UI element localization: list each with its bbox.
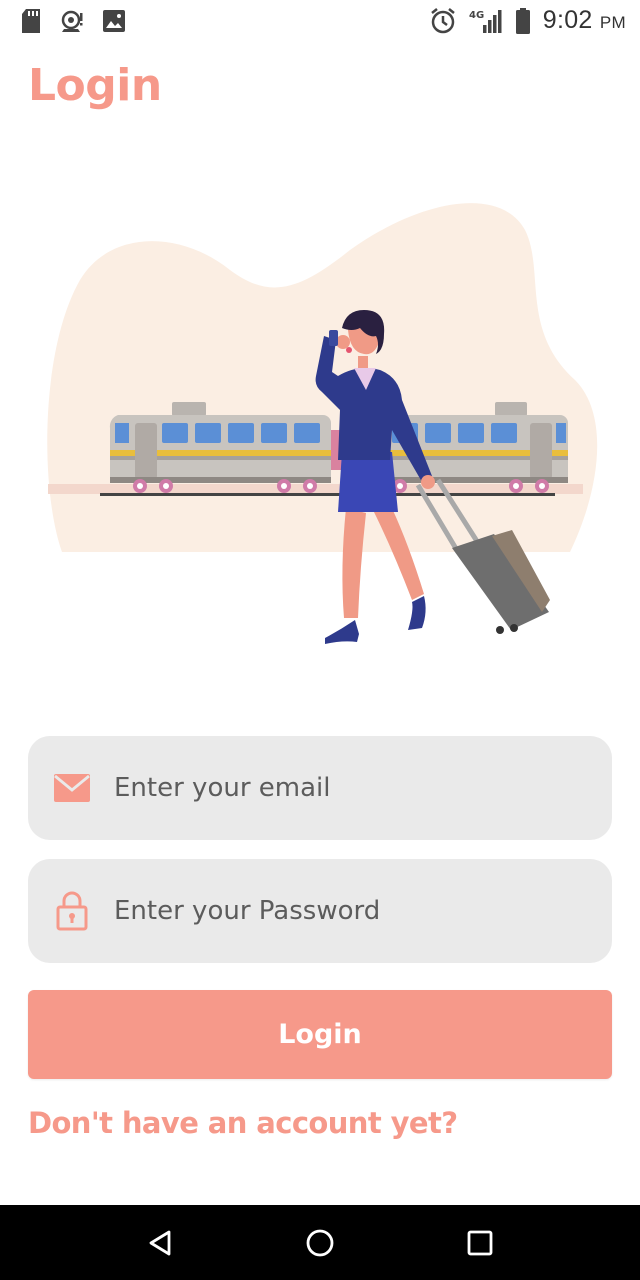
status-bar: 4G 9:02 PM xyxy=(0,0,640,44)
train-car-left xyxy=(109,402,331,493)
password-field[interactable] xyxy=(28,859,612,963)
page-title: Login xyxy=(28,60,162,111)
hotspot-icon xyxy=(60,9,84,33)
system-nav-bar xyxy=(0,1205,640,1280)
sd-card-icon xyxy=(20,8,42,34)
email-field[interactable] xyxy=(28,736,612,840)
email-input[interactable] xyxy=(114,773,588,803)
signup-link[interactable]: Don't have an account yet? xyxy=(28,1106,458,1140)
alarm-icon xyxy=(429,7,457,35)
back-icon[interactable] xyxy=(140,1223,180,1263)
mail-icon xyxy=(52,768,92,808)
login-button[interactable]: Login xyxy=(28,990,612,1079)
image-icon xyxy=(102,9,126,33)
password-input[interactable] xyxy=(114,896,588,926)
signal-icon: 4G xyxy=(469,7,503,35)
traveler-illustration xyxy=(0,190,640,660)
lock-icon xyxy=(52,891,92,931)
svg-text:4G: 4G xyxy=(469,10,484,21)
status-time: 9:02 PM xyxy=(542,6,626,34)
recents-icon[interactable] xyxy=(460,1223,500,1263)
home-icon[interactable] xyxy=(300,1223,340,1263)
battery-icon xyxy=(515,7,531,35)
